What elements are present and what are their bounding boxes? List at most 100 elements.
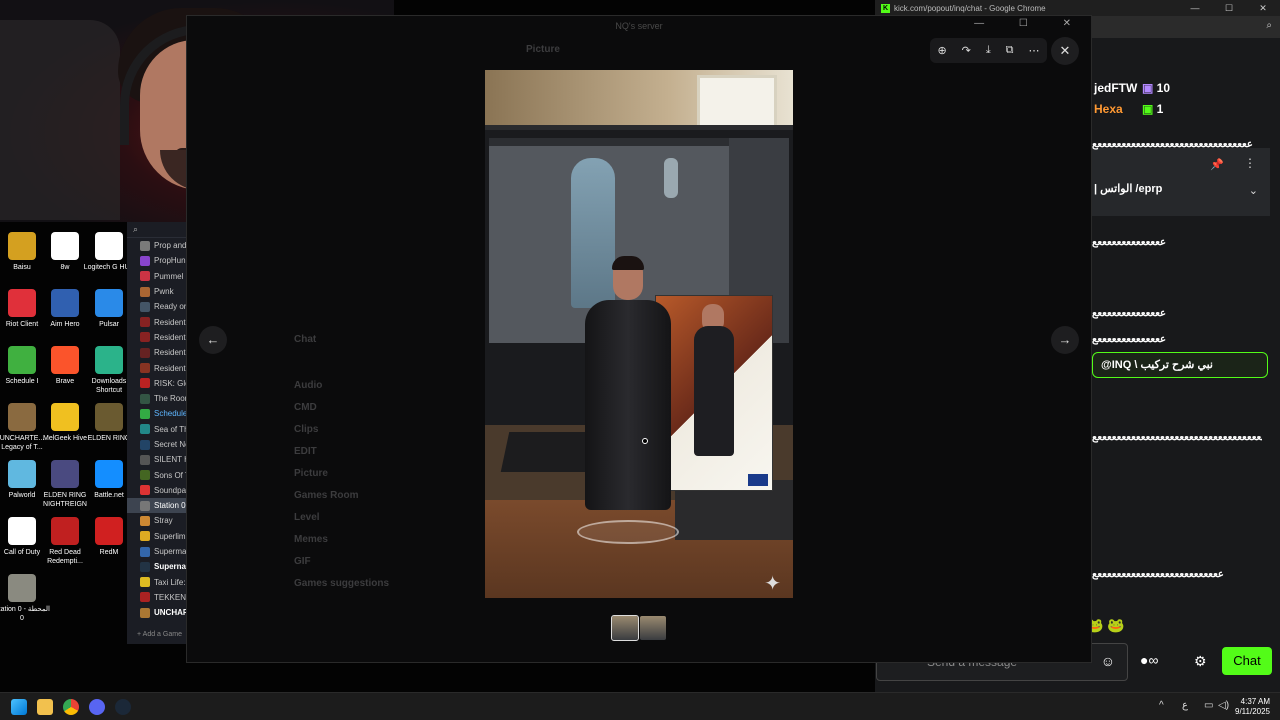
game-list-item[interactable]: SILENT H (127, 452, 189, 467)
game-list-item[interactable]: Pummel P (127, 269, 189, 284)
viewer-toolbar: ⊕ ↷ ⤓ ⧉ ⋯ (930, 38, 1047, 63)
app-icon (95, 232, 123, 260)
game-name: Superma (154, 547, 187, 557)
game-list-item[interactable]: Resident (127, 314, 189, 329)
zoom-icon[interactable]: ⊕ (937, 44, 946, 57)
volume-icon[interactable]: ◁) (1218, 700, 1229, 711)
game-list-item[interactable]: Sea of Th (127, 422, 189, 437)
game-list-item[interactable]: Superlim (127, 529, 189, 544)
game-list-item[interactable]: Schedule (127, 406, 189, 421)
game-name: Resident (154, 332, 186, 342)
network-icon[interactable]: ▭ (1204, 700, 1213, 711)
game-icon (140, 255, 150, 266)
game-icon (140, 485, 150, 496)
rotate-icon[interactable]: ↷ (962, 44, 971, 57)
game-list-item[interactable]: Ready or (127, 299, 189, 314)
previous-image-button[interactable]: ← (199, 326, 227, 354)
game-list-item[interactable]: RISK: Glo (127, 376, 189, 391)
game-icon (140, 531, 150, 542)
channel-item[interactable]: Audio (294, 380, 322, 391)
game-list-item[interactable]: The Roon (127, 391, 189, 406)
pin-icon: 📌 (1210, 159, 1224, 171)
bandai-logo (748, 474, 768, 486)
minimize-button[interactable]: — (1178, 0, 1212, 16)
leaderboard-user[interactable]: Hexa (1094, 102, 1123, 116)
pinned-message[interactable]: 📌 ⋮ | الواتس /eprp ⌄ (1092, 148, 1270, 216)
game-list-item[interactable]: Resident (127, 345, 189, 360)
game-icon (140, 286, 150, 297)
game-name: Supernat (154, 562, 189, 572)
game-list-item[interactable]: Resident (127, 360, 189, 375)
file-explorer-icon[interactable] (37, 699, 53, 715)
channel-item[interactable]: Games Room (294, 490, 358, 501)
tray-chevron-icon[interactable]: ^ (1159, 700, 1164, 711)
box-figure (694, 326, 734, 456)
steam-icon[interactable] (115, 699, 131, 715)
game-icon (140, 347, 150, 358)
game-list-item[interactable]: Pwnk (127, 284, 189, 299)
game-name: Prop and (154, 241, 187, 251)
channel-item[interactable]: Games suggestions (294, 578, 389, 589)
channel-item[interactable]: GIF (294, 556, 311, 567)
search-icon[interactable]: ⌕ (127, 222, 189, 238)
chat-send-button[interactable]: Chat (1222, 647, 1272, 675)
leaderboard-user[interactable]: jedFTW (1094, 81, 1137, 95)
viewer-thumbnails (611, 615, 666, 641)
app-icon (51, 403, 79, 431)
channel-item[interactable]: EDIT (294, 446, 317, 457)
game-list-item[interactable]: Superma (127, 544, 189, 559)
channel-item[interactable]: Level (294, 512, 320, 523)
game-list-item[interactable]: Prop and (127, 238, 189, 253)
download-icon[interactable]: ⤓ (986, 44, 991, 57)
search-icon[interactable]: ⌕ (1266, 20, 1272, 31)
channel-item[interactable]: Memes (294, 534, 328, 545)
language-indicator[interactable]: ع (1182, 700, 1188, 711)
clock[interactable]: 4:37 AM 9/11/2025 (1235, 697, 1270, 717)
open-external-icon[interactable]: ⧉ (1006, 44, 1014, 57)
chrome-window-title: kick.com/popout/inq/chat - Google Chrome (894, 3, 1046, 13)
settings-icon[interactable]: ⚙ (1194, 653, 1207, 670)
game-list-item[interactable]: Sons Of T (127, 467, 189, 482)
game-list-item[interactable]: Supernat (127, 559, 189, 574)
thumbnail[interactable] (640, 616, 666, 640)
current-channel-title: Picture (526, 44, 560, 55)
chat-message: ععععععععععععععع (1092, 308, 1167, 319)
game-icon (140, 271, 150, 282)
viewer-close-button[interactable]: ✕ (1051, 37, 1079, 65)
game-list-item[interactable]: Soundpa (127, 483, 189, 498)
chrome-icon[interactable] (63, 699, 79, 715)
maximize-button[interactable]: ☐ (1212, 0, 1246, 16)
windows-start-icon[interactable] (11, 699, 27, 715)
mention-message: @INQ \ نبي شرح تركيب (1092, 352, 1268, 378)
game-icon (140, 515, 150, 526)
channel-item[interactable]: Picture (294, 468, 328, 479)
channel-item[interactable]: Clips (294, 424, 318, 435)
chrome-titlebar: K kick.com/popout/inq/chat - Google Chro… (875, 0, 1280, 16)
emoji-icon[interactable]: ☺ (1101, 653, 1115, 669)
more-icon[interactable]: ⋯ (1028, 44, 1039, 57)
sparkle-icon: ✦ (764, 573, 781, 595)
game-list-item[interactable]: Resident (127, 330, 189, 345)
more-options-icon[interactable]: ⋮ (1244, 156, 1256, 170)
channel-item[interactable]: Chat (294, 334, 316, 345)
discord-window-controls[interactable]: — ☐ ✕ (974, 18, 1087, 29)
add-game-button[interactable]: + Add a Game (137, 631, 182, 638)
thumbnail[interactable] (611, 615, 639, 641)
close-button[interactable]: ✕ (1246, 0, 1280, 16)
game-icon (140, 454, 150, 465)
game-list-item[interactable]: Secret Ne (127, 437, 189, 452)
game-list-item[interactable]: TEKKEN 8 (127, 590, 189, 605)
kicks-icon[interactable]: ●∞ (1140, 652, 1158, 668)
game-list-item[interactable]: UNCHAR (127, 605, 189, 620)
game-list-item[interactable]: Taxi Life: (127, 575, 189, 590)
game-list-item[interactable]: Stray (127, 513, 189, 528)
game-list-item[interactable]: Station 0 (127, 498, 189, 514)
game-icon (140, 607, 150, 618)
desktop-icon-label: Station 0 - المحطة 0 (0, 606, 50, 622)
chevron-down-icon[interactable]: ⌄ (1249, 184, 1258, 197)
channel-item[interactable]: CMD (294, 402, 317, 413)
next-image-button[interactable]: → (1051, 326, 1079, 354)
discord-icon[interactable] (89, 699, 105, 715)
game-list-item[interactable]: PropHun (127, 253, 189, 268)
desktop-icon[interactable]: Station 0 - المحطة 0 (0, 574, 50, 623)
